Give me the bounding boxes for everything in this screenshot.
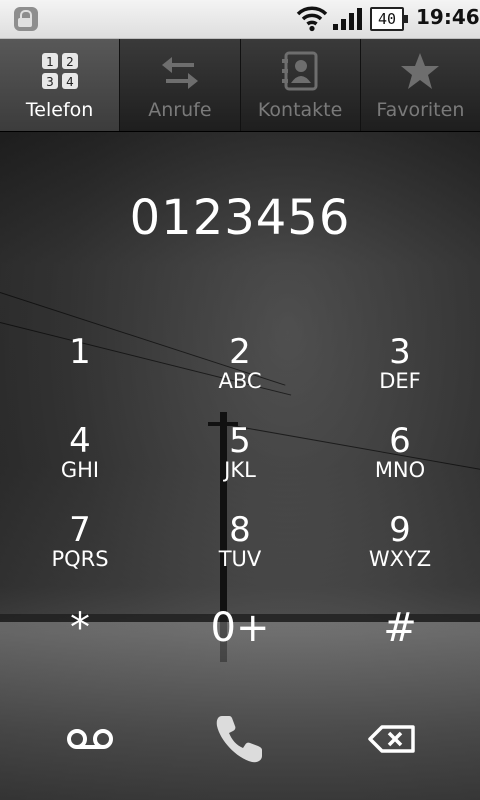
tab-label: Anrufe	[148, 99, 212, 121]
key-letters: MNO	[374, 458, 426, 482]
key-1[interactable]: 1	[0, 320, 160, 408]
key-2[interactable]: 2 ABC	[160, 320, 320, 408]
backspace-button[interactable]	[320, 704, 480, 774]
tab-label: Kontakte	[257, 99, 343, 121]
status-bar: 40 19:46	[0, 0, 480, 39]
wifi-icon	[296, 6, 328, 32]
dialed-number[interactable]: 0123456	[0, 190, 480, 246]
key-digit: 2	[229, 332, 251, 372]
call-icon	[216, 716, 262, 763]
key-letters: ABC	[218, 369, 262, 393]
key-star[interactable]: *	[0, 588, 160, 676]
key-digit: 4	[69, 421, 91, 461]
tab-anrufe[interactable]: Anrufe	[120, 39, 241, 131]
key-8[interactable]: 8 TUV	[160, 498, 320, 586]
key-letters: WXYZ	[368, 547, 432, 571]
key-3[interactable]: 3 DEF	[320, 320, 480, 408]
svg-text:2: 2	[66, 55, 74, 69]
svg-text:4: 4	[66, 75, 74, 89]
svg-text:1: 1	[46, 55, 54, 69]
clock: 19:46	[416, 5, 480, 29]
arrows-icon	[161, 57, 198, 89]
signal-icon	[333, 8, 362, 30]
key-0[interactable]: 0+	[160, 588, 320, 676]
key-digit: 7	[69, 510, 91, 550]
voicemail-icon	[67, 729, 113, 749]
tab-label: Favoriten	[376, 99, 465, 121]
key-9[interactable]: 9 WXYZ	[320, 498, 480, 586]
key-digit: 3	[389, 332, 411, 372]
key-hash[interactable]: #	[320, 588, 480, 676]
tab-bar: 1 2 3 4 Telefon Anrufe Kontakte Favorite…	[0, 39, 480, 132]
key-6[interactable]: 6 MNO	[320, 409, 480, 497]
star-icon	[401, 53, 440, 89]
key-digit: 5	[229, 421, 251, 461]
tab-label: Telefon	[25, 99, 94, 121]
key-7[interactable]: 7 PQRS	[0, 498, 160, 586]
key-letters: DEF	[379, 369, 421, 393]
key-digit: #	[383, 605, 417, 651]
voicemail-button[interactable]	[0, 704, 160, 774]
call-button[interactable]	[160, 704, 320, 774]
key-digit: 8	[229, 510, 251, 550]
tab-kontakte[interactable]: Kontakte	[241, 39, 361, 131]
key-digit: 1	[69, 332, 91, 372]
key-letters: TUV	[218, 547, 262, 571]
key-digit: 0+	[210, 605, 270, 651]
key-letters: JKL	[224, 458, 256, 482]
key-letters: PQRS	[51, 547, 109, 571]
tab-telefon[interactable]: 1 2 3 4 Telefon	[0, 39, 121, 131]
backspace-icon	[368, 725, 415, 753]
key-digit: *	[70, 605, 90, 651]
svg-text:3: 3	[46, 75, 54, 89]
key-digit: 9	[389, 510, 411, 550]
lock-notification-icon	[14, 7, 38, 31]
dialpad-icon: 1 2 3 4	[41, 53, 78, 89]
key-4[interactable]: 4 GHI	[0, 409, 160, 497]
tab-favoriten[interactable]: Favoriten	[361, 39, 480, 131]
contact-card-icon	[282, 51, 318, 91]
key-5[interactable]: 5 JKL	[160, 409, 320, 497]
battery-icon: 40	[370, 7, 408, 31]
key-letters: GHI	[60, 458, 100, 482]
key-digit: 6	[389, 421, 411, 461]
